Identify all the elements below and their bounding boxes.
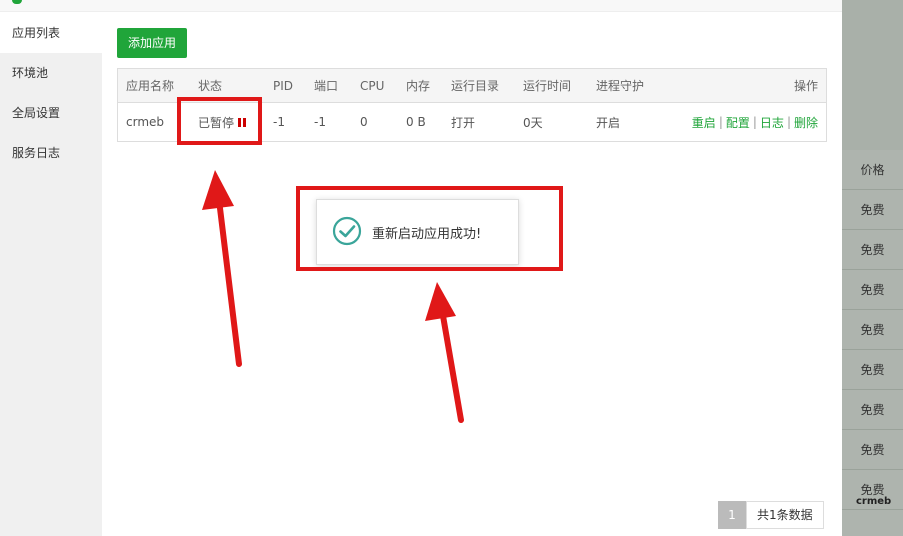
- add-app-button[interactable]: 添加应用: [117, 28, 187, 58]
- cell-app-name: crmeb: [126, 115, 165, 129]
- main-content: 添加应用 应用名称 状态 PID 端口 CPU 内存 运行目录 运行时间 进程守…: [102, 13, 842, 536]
- annotation-box-toast: [296, 186, 563, 271]
- pagination: 1 共1条数据: [718, 501, 824, 529]
- sidebar-item-env-pool[interactable]: 环境池: [0, 53, 102, 93]
- page-total-text: 共1条数据: [746, 501, 824, 529]
- log-link[interactable]: 日志: [760, 114, 784, 131]
- open-dir-link[interactable]: 打开: [451, 103, 475, 141]
- modal-titlebar: [0, 0, 842, 12]
- header-cpu: CPU: [360, 78, 385, 93]
- sidebar: 应用列表 环境池 全局设置 服务日志: [0, 13, 102, 536]
- page-number-button[interactable]: 1: [718, 501, 746, 529]
- sidebar-item-app-list[interactable]: 应用列表: [0, 13, 102, 53]
- sidebar-item-service-log[interactable]: 服务日志: [0, 133, 102, 173]
- background-price-cell: 免费: [842, 270, 903, 310]
- sidebar-item-global-settings[interactable]: 全局设置: [0, 93, 102, 133]
- cell-uptime: 0天: [523, 115, 543, 130]
- cell-port: -1: [314, 115, 326, 129]
- row-actions: 重启 | 配置 | 日志 | 删除: [692, 103, 818, 141]
- cell-cpu: 0: [360, 115, 368, 129]
- action-separator: |: [786, 115, 791, 129]
- action-separator: |: [752, 115, 757, 129]
- delete-link[interactable]: 删除: [794, 114, 818, 131]
- crmeb-watermark-logo: crmeb: [856, 496, 892, 507]
- background-price-cell: 免费: [842, 430, 903, 470]
- background-price-cell: 免费: [842, 190, 903, 230]
- background-price-cell: 免费: [842, 350, 903, 390]
- background-price-cell: 免费: [842, 230, 903, 270]
- header-pid: PID: [273, 78, 294, 93]
- header-actions: 操作: [793, 79, 818, 93]
- header-app-name: 应用名称: [126, 79, 175, 93]
- cell-pid: -1: [273, 115, 285, 129]
- annotation-box-status: [177, 97, 262, 145]
- restart-link[interactable]: 重启: [692, 114, 716, 131]
- background-page: 价格 免费 免费 免费 免费 免费 免费 免费 免费: [842, 0, 903, 536]
- app-icon: [12, 0, 22, 4]
- cell-memory: 0 B: [406, 115, 426, 129]
- background-top: [842, 0, 903, 150]
- header-memory: 内存: [406, 79, 431, 93]
- cell-daemon: 开启: [596, 115, 621, 130]
- background-price-cell: 免费: [842, 310, 903, 350]
- background-price-header: 价格: [842, 150, 903, 190]
- header-daemon: 进程守护: [596, 79, 645, 93]
- config-link[interactable]: 配置: [726, 114, 750, 131]
- header-port: 端口: [314, 79, 339, 93]
- header-uptime: 运行时间: [523, 79, 572, 93]
- action-separator: |: [718, 115, 723, 129]
- header-run-dir: 运行目录: [451, 79, 500, 93]
- background-price-cell: 免费: [842, 390, 903, 430]
